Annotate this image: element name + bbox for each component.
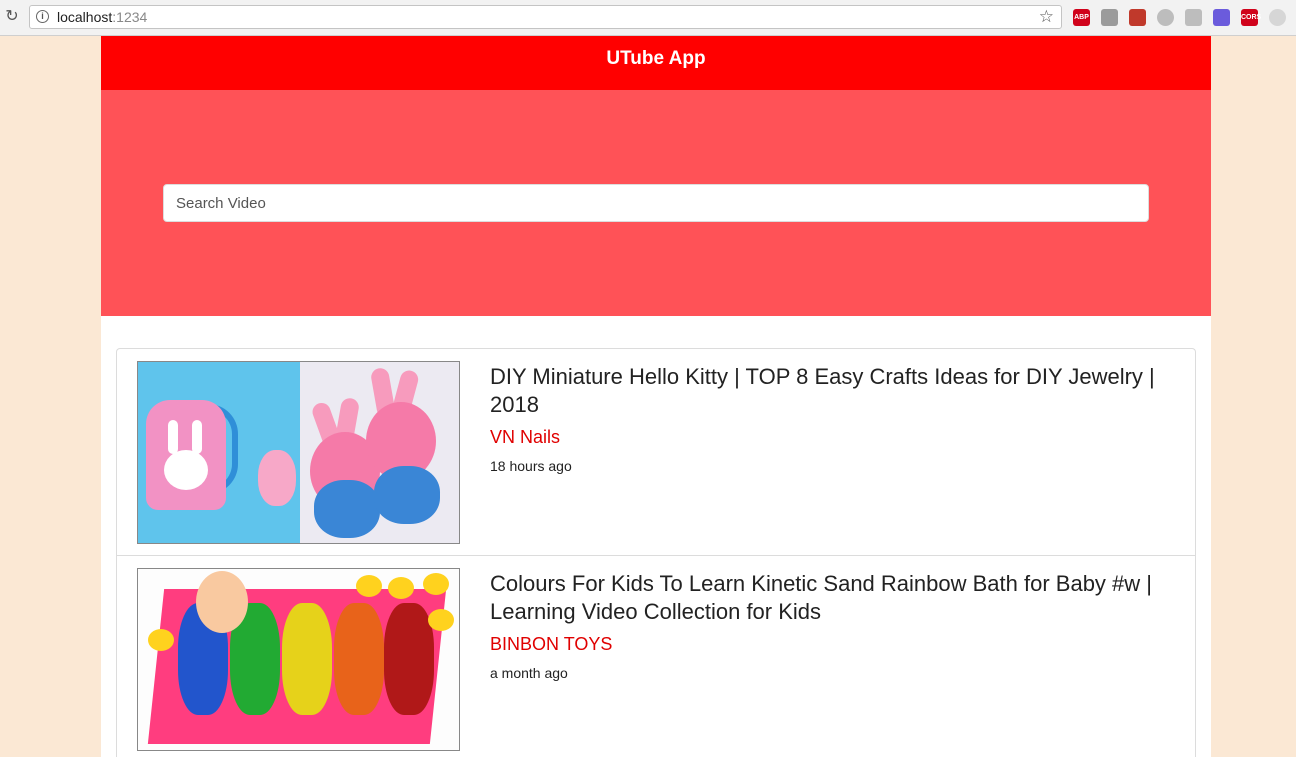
- browser-toolbar: ↻ i localhost:1234 ☆ ABP CORS: [0, 0, 1296, 36]
- search-input[interactable]: [163, 184, 1149, 222]
- extension-grey-icon[interactable]: [1269, 9, 1286, 26]
- video-info: DIY Miniature Hello Kitty | TOP 8 Easy C…: [490, 363, 1170, 474]
- url-port: :1234: [112, 9, 148, 25]
- reload-icon[interactable]: ↻: [4, 8, 20, 26]
- app-container: UTube App Search Video DIY Miniature Hel…: [101, 36, 1211, 757]
- video-channel[interactable]: BINBON TOYS: [490, 634, 1170, 655]
- search-hero: [101, 90, 1211, 316]
- video-channel[interactable]: VN Nails: [490, 427, 1170, 448]
- extension-gradient-icon[interactable]: [1213, 9, 1230, 26]
- info-icon[interactable]: i: [36, 10, 49, 23]
- video-title[interactable]: Colours For Kids To Learn Kinetic Sand R…: [490, 570, 1170, 626]
- adblock-plus-icon[interactable]: ABP: [1073, 9, 1090, 26]
- video-thumbnail[interactable]: [137, 568, 460, 751]
- url-host: localhost: [57, 9, 113, 25]
- extension-red-icon[interactable]: [1129, 9, 1146, 26]
- video-item[interactable]: Colours For Kids To Learn Kinetic Sand R…: [117, 556, 1195, 757]
- video-title[interactable]: DIY Miniature Hello Kitty | TOP 8 Easy C…: [490, 363, 1170, 419]
- bookmark-star-icon[interactable]: ☆: [1039, 7, 1054, 27]
- video-thumbnail[interactable]: [137, 361, 460, 544]
- extension-person-icon[interactable]: [1185, 9, 1202, 26]
- video-published-time: a month ago: [490, 665, 568, 681]
- app-header: UTube App: [101, 36, 1211, 90]
- app-title: UTube App: [606, 48, 706, 69]
- vue-devtools-icon[interactable]: [1101, 9, 1118, 26]
- address-bar[interactable]: i localhost:1234 ☆: [29, 5, 1062, 29]
- cors-icon[interactable]: CORS: [1241, 9, 1261, 26]
- url-text[interactable]: localhost:1234: [57, 9, 147, 25]
- video-info: Colours For Kids To Learn Kinetic Sand R…: [490, 570, 1170, 681]
- video-item[interactable]: DIY Miniature Hello Kitty | TOP 8 Easy C…: [117, 349, 1195, 556]
- video-published-time: 18 hours ago: [490, 458, 572, 474]
- extension-circle-icon[interactable]: [1157, 9, 1174, 26]
- video-list: DIY Miniature Hello Kitty | TOP 8 Easy C…: [116, 348, 1196, 757]
